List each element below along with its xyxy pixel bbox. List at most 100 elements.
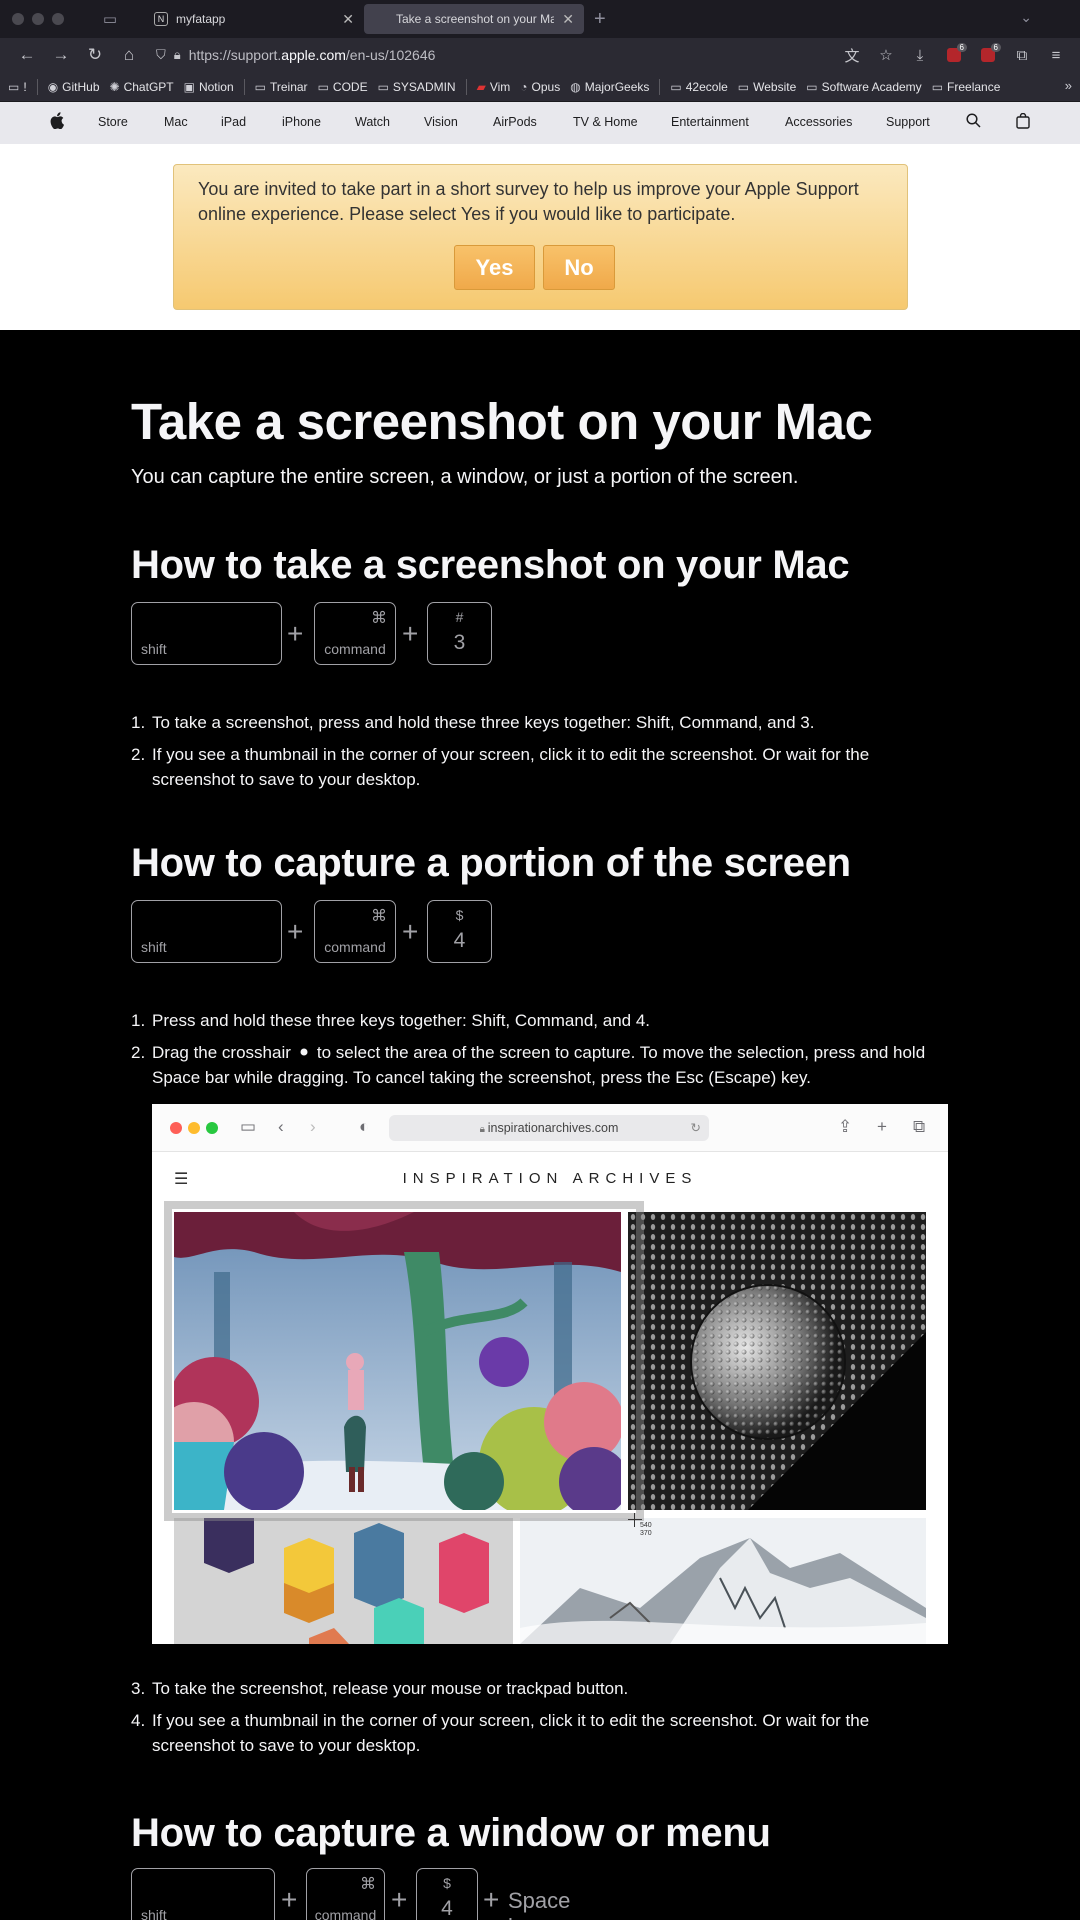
step-text: If you see a thumbnail in the corner of …	[152, 745, 870, 789]
bookmark-software-academy[interactable]: ▭ Software Academy	[806, 80, 921, 94]
bookmark-label: Website	[753, 79, 797, 94]
bookmark-github[interactable]: ◉ GitHub	[48, 80, 100, 94]
plus-sign: +	[402, 618, 419, 649]
safari-url-text: inspirationarchives.com	[487, 1121, 619, 1135]
command-symbol-icon: ⌘	[371, 610, 387, 627]
bookmark-label: ChatGPT	[123, 79, 174, 94]
command-symbol-icon: ⌘	[371, 908, 387, 925]
nav-item-watch[interactable]: Watch	[355, 115, 390, 129]
section-heading-window-menu: How to capture a window or menu	[131, 1811, 771, 1855]
tab-take-screenshot[interactable]: Take a screenshot on your Mac ✕	[364, 4, 584, 34]
nav-item-iphone[interactable]: iPhone	[282, 115, 321, 129]
bookmark-label: Notion	[198, 79, 234, 94]
bookmark-label: SYSADMIN	[392, 79, 456, 94]
survey-message: You are invited to take part in a short …	[198, 179, 859, 224]
lock-icon[interactable]: 🔒︎	[174, 47, 181, 63]
minimize-window-button[interactable]	[32, 13, 44, 25]
example-screenshot-image: ▭ ‹ › ◐ 🔒︎ inspirationarchives.com ↻ ⇪ + …	[152, 1104, 948, 1644]
bookmark-freelance[interactable]: ▭ Freelance	[932, 80, 1001, 94]
url-path: /en-us/102646	[345, 47, 436, 63]
plus-sign: +	[287, 916, 304, 947]
nav-item-store[interactable]: Store	[98, 115, 128, 129]
back-chevron-icon: ‹	[278, 1117, 284, 1136]
apple-logo-icon[interactable]	[50, 112, 64, 134]
bookmark-star-icon[interactable]: ☆	[872, 41, 900, 69]
bookmark-vim[interactable]: ▰ Vim	[477, 80, 511, 94]
bookmark-notion[interactable]: ▣ Notion	[184, 80, 234, 94]
space-bar-label: Space bar	[508, 1888, 571, 1920]
bookmark-42ecole[interactable]: ▭ 42ecole	[670, 80, 727, 94]
list-item: 3. To take the screenshot, release your m…	[131, 1679, 629, 1698]
list-all-tabs-icon[interactable]: ⌄	[1020, 9, 1032, 26]
bookmark-label: Opus	[531, 79, 561, 94]
shield-icon[interactable]: ⛉	[156, 47, 166, 63]
downloads-icon[interactable]: ⤓	[906, 41, 934, 69]
chatgpt-icon: ✺	[109, 79, 120, 94]
bookmark-code[interactable]: ▭ CODE	[318, 80, 368, 94]
plus-sign: +	[402, 916, 419, 947]
key-label: command	[314, 1907, 377, 1920]
bookmark-opus[interactable]: ◔ Opus	[520, 80, 560, 94]
nav-item-support[interactable]: Support	[886, 115, 930, 129]
close-tab-icon[interactable]: ✕	[342, 11, 354, 28]
plus-sign: +	[391, 1884, 408, 1915]
key-number: 4	[441, 1897, 453, 1920]
reload-icon[interactable]: ↻	[78, 41, 112, 69]
folder-icon: ▭	[931, 79, 944, 94]
zoom-window-button[interactable]	[52, 13, 64, 25]
back-arrow-icon[interactable]: ←	[10, 41, 44, 69]
nav-item-mac[interactable]: Mac	[164, 115, 188, 129]
section-heading-portion: How to capture a portion of the screen	[131, 841, 851, 885]
nav-item-accessories[interactable]: Accessories	[785, 115, 852, 129]
sidebar-toggle-icon[interactable]: ▭	[92, 5, 128, 33]
shift-key: shift	[131, 1868, 275, 1920]
forward-arrow-icon[interactable]: →	[44, 41, 78, 69]
close-window-button[interactable]	[12, 13, 24, 25]
bookmark-majorgeeks[interactable]: ◍ MajorGeeks	[570, 80, 649, 94]
sidebar-icon: ▭	[240, 1117, 257, 1136]
list-item: 1. To take a screenshot, press and hold t…	[131, 713, 815, 732]
nav-item-tv-home[interactable]: TV & Home	[573, 115, 638, 129]
github-icon: ◉	[47, 79, 59, 94]
survey-yes-button[interactable]: Yes	[454, 245, 535, 290]
close-tab-icon[interactable]: ✕	[562, 11, 574, 28]
plus-sign: +	[287, 618, 304, 649]
new-tab-icon[interactable]: +	[594, 8, 606, 31]
lock-extension-icon[interactable]: 6	[974, 41, 1002, 69]
bookmark-treinar[interactable]: ▭ Treinar	[255, 80, 308, 94]
tab-title: Take a screenshot on your Mac	[396, 12, 555, 26]
menu-hamburger-icon[interactable]: ≡	[1042, 41, 1070, 69]
bookmark-website[interactable]: ▭ Website	[738, 80, 796, 94]
ublock-extension-icon[interactable]: 6	[940, 41, 968, 69]
more-bookmarks-chevron-icon[interactable]: »	[1065, 78, 1072, 93]
page-title: Take a screenshot on your Mac	[131, 393, 873, 450]
url-prefix: https://support.	[188, 47, 282, 63]
bookmark-sysadmin[interactable]: ▭ SYSADMIN	[378, 80, 456, 94]
survey-no-button[interactable]: No	[543, 245, 615, 290]
home-icon[interactable]: ⌂	[112, 41, 146, 69]
bookmark-chatgpt[interactable]: ✺ ChatGPT	[110, 80, 174, 94]
browser-nav-bar: ← → ↻ ⌂ ⛉ 🔒︎ https://support. apple.com/e…	[0, 38, 1080, 72]
nav-item-airpods[interactable]: AirPods	[493, 115, 537, 129]
share-icon: ⇪	[838, 1117, 853, 1136]
nav-item-entertainment[interactable]: Entertainment	[671, 115, 749, 129]
reload-icon: ↻	[690, 1121, 701, 1135]
bookmark-label: Freelance	[947, 79, 1001, 94]
translate-icon[interactable]: 文	[838, 41, 866, 69]
bookmark-label: 42ecole	[685, 79, 728, 94]
extension-badge: 6	[956, 43, 967, 52]
coord-y: 370	[640, 1530, 652, 1537]
nav-item-vision[interactable]: Vision	[424, 115, 458, 129]
tab-myfatapp[interactable]: N myfatapp ✕	[144, 4, 364, 34]
key-number: 3	[453, 631, 466, 654]
bookmark-label: Treinar	[269, 79, 308, 94]
new-tab-icon: +	[877, 1117, 887, 1136]
notion-favicon-icon: N	[154, 12, 168, 26]
folder-icon: ▭	[670, 79, 682, 94]
extensions-puzzle-icon[interactable]: ⧉	[1008, 41, 1036, 69]
search-icon[interactable]	[966, 113, 981, 131]
url-bar[interactable]: ⛉ 🔒︎ https://support. apple.com/en-us/102…	[152, 41, 832, 69]
shopping-bag-icon[interactable]	[1016, 112, 1030, 132]
nav-item-ipad[interactable]: iPad	[221, 115, 246, 129]
bookmark-folder-icon[interactable]: ▭!	[8, 80, 27, 94]
